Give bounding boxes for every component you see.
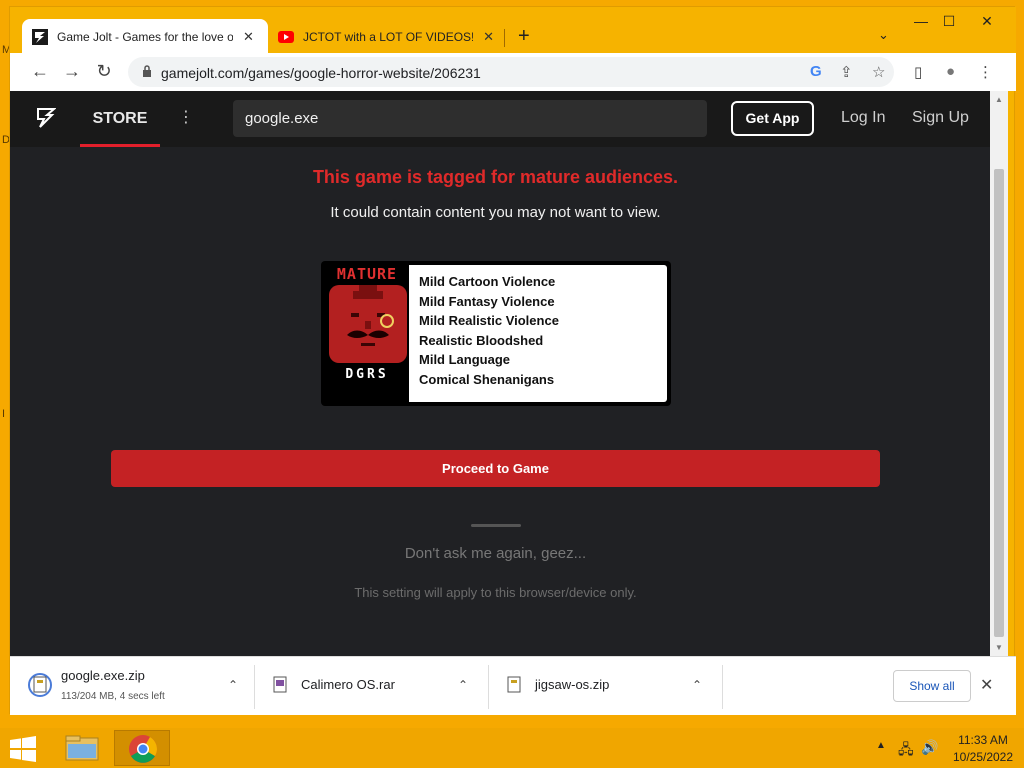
content-descriptor: Mild Cartoon Violence xyxy=(419,274,556,289)
close-downloads-icon[interactable]: ✕ xyxy=(980,675,993,695)
content-rating-box: MATURE DGRS Mild Cartoon Violence Mild F… xyxy=(321,261,671,406)
back-icon[interactable]: ← xyxy=(28,61,52,82)
lock-icon xyxy=(143,65,151,77)
chevron-up-icon[interactable]: ⌃ xyxy=(458,678,468,692)
mature-warning-subtitle: It could contain content you may not wan… xyxy=(330,204,661,221)
url-text: gamejolt.com/games/google-horror-website… xyxy=(161,65,481,81)
page-scrollbar[interactable]: ▲ ▼ xyxy=(990,91,1008,656)
tab-close-icon[interactable]: ✕ xyxy=(243,29,254,45)
content-descriptor: Mild Fantasy Violence xyxy=(419,293,555,309)
download-separator xyxy=(722,665,723,709)
tab-search-icon[interactable]: ⌄ xyxy=(878,27,889,43)
chevron-up-icon[interactable]: ⌃ xyxy=(228,678,238,692)
content-descriptor: Realistic Bloodshed xyxy=(419,332,544,348)
scroll-up-icon[interactable]: ▲ xyxy=(995,95,1003,104)
volume-icon[interactable]: 🔊 xyxy=(921,739,938,756)
gamejolt-page: STORE ⋮ google.exe Get App Log In Sign U… xyxy=(10,91,990,656)
rar-file-icon xyxy=(273,676,287,693)
zip-file-icon xyxy=(28,673,52,697)
gamejolt-logo-icon[interactable] xyxy=(36,107,56,129)
get-app-button[interactable]: Get App xyxy=(731,101,814,136)
download-filename: Calimero OS.rar xyxy=(301,677,395,692)
tab-strip: Game Jolt - Games for the love o ✕ JCTOT… xyxy=(10,7,1016,54)
show-hidden-icons-icon[interactable]: ▲ xyxy=(876,740,886,751)
store-link[interactable]: STORE xyxy=(80,91,160,147)
search-input[interactable]: google.exe xyxy=(233,100,707,137)
scroll-down-icon[interactable]: ▼ xyxy=(995,643,1003,652)
youtube-icon xyxy=(278,29,294,45)
chrome-icon xyxy=(129,735,157,763)
new-tab-button[interactable]: + xyxy=(518,25,530,48)
chrome-taskbar-button[interactable] xyxy=(114,730,170,766)
content-descriptor: Mild Language xyxy=(419,352,510,368)
file-explorer-taskbar-button[interactable] xyxy=(54,730,110,766)
address-bar[interactable]: gamejolt.com/games/google-horror-website… xyxy=(128,57,894,87)
download-item[interactable]: google.exe.zip 113/204 MB, 4 secs left ⌃ xyxy=(28,657,248,715)
downloads-bar: google.exe.zip 113/204 MB, 4 secs left ⌃… xyxy=(10,656,1016,715)
tab-separator xyxy=(504,29,505,47)
desktop-icon-label-fragment: I xyxy=(2,408,6,420)
download-status: 113/204 MB, 4 secs left xyxy=(61,691,165,702)
zip-file-icon xyxy=(507,676,521,693)
chevron-up-icon[interactable]: ⌃ xyxy=(692,678,702,692)
taskbar: ▲ 🖧 🔊 11:33 AM 10/25/2022 xyxy=(0,728,1024,768)
side-panel-icon[interactable]: ▯ xyxy=(914,63,922,81)
close-window-button[interactable]: ✕ xyxy=(972,13,1002,30)
minimize-button[interactable]: — xyxy=(906,13,936,29)
mature-warning-title: This game is tagged for mature audiences… xyxy=(312,167,679,187)
sign-up-link[interactable]: Sign Up xyxy=(912,109,969,127)
download-item[interactable]: Calimero OS.rar ⌃ xyxy=(268,657,488,715)
tab-gamejolt[interactable]: Game Jolt - Games for the love o ✕ xyxy=(22,19,268,54)
rating-badge: MATURE DGRS xyxy=(325,265,409,402)
content-descriptor: Comical Shenanigans xyxy=(419,371,555,387)
divider xyxy=(471,524,521,527)
show-all-button[interactable]: Show all xyxy=(893,670,971,702)
download-filename: jigsaw-os.zip xyxy=(535,677,610,692)
browser-window: Game Jolt - Games for the love o ✕ JCTOT… xyxy=(9,6,1016,715)
log-in-link[interactable]: Log In xyxy=(841,109,885,127)
dont-ask-again-link[interactable]: Don't ask me again, geez... xyxy=(10,545,981,562)
gamejolt-icon xyxy=(32,28,48,45)
clock-time[interactable]: 11:33 AM xyxy=(948,733,1018,747)
tab-youtube[interactable]: JCTOT with a LOT OF VIDEOS!!!!!! ✕ xyxy=(268,19,504,54)
content-descriptor: Mild Realistic Violence xyxy=(419,313,559,329)
rating-badge-bottom-label: DGRS xyxy=(345,367,389,382)
scrollbar-thumb[interactable] xyxy=(994,169,1004,637)
download-separator xyxy=(488,665,489,709)
gamejolt-navbar: STORE ⋮ google.exe Get App Log In Sign U… xyxy=(10,91,990,147)
content-descriptor-list: Mild Cartoon Violence Mild Fantasy Viole… xyxy=(409,265,667,402)
browser-toolbar: ← → ↻ gamejolt.com/games/google-horror-w… xyxy=(10,53,1016,91)
download-item[interactable]: jigsaw-os.zip ⌃ xyxy=(502,657,722,715)
more-menu-icon[interactable]: ⋮ xyxy=(178,107,194,127)
tab-title: Game Jolt - Games for the love o xyxy=(57,29,233,44)
mustache-face-icon xyxy=(329,285,407,363)
network-icon[interactable]: 🖧 xyxy=(898,739,914,763)
forward-icon[interactable]: → xyxy=(60,61,84,82)
reload-icon[interactable]: ↻ xyxy=(92,61,116,82)
download-filename: google.exe.zip xyxy=(61,668,145,683)
setting-note: This setting will apply to this browser/… xyxy=(354,585,637,600)
share-icon[interactable]: ⇪ xyxy=(840,63,853,81)
bookmark-star-icon[interactable]: ☆ xyxy=(872,63,885,81)
maximize-button[interactable]: ☐ xyxy=(934,13,964,30)
download-separator xyxy=(254,665,255,709)
tab-title: JCTOT with a LOT OF VIDEOS!!!!!! xyxy=(303,29,474,44)
rating-badge-top-label: MATURE xyxy=(336,265,398,283)
windows-start-icon[interactable] xyxy=(9,736,37,762)
folder-icon xyxy=(65,735,99,761)
tab-close-icon[interactable]: ✕ xyxy=(483,29,494,45)
chrome-menu-icon[interactable]: ⋮ xyxy=(978,63,993,81)
profile-icon[interactable]: ● xyxy=(946,63,955,80)
google-lens-icon[interactable]: G xyxy=(810,63,822,80)
clock-date[interactable]: 10/25/2022 xyxy=(948,750,1018,764)
proceed-to-game-button[interactable]: Proceed to Game xyxy=(111,450,880,487)
